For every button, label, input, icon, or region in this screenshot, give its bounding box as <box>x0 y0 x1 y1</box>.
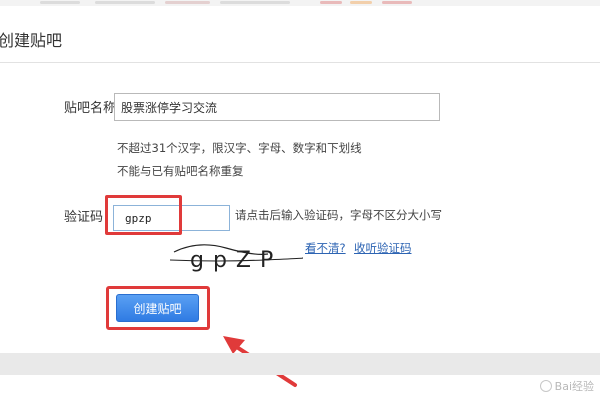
bar-name-input[interactable] <box>114 93 440 121</box>
name-unique-hint: 不能与已有贴吧名称重复 <box>117 164 244 178</box>
captcha-input[interactable] <box>113 205 230 231</box>
title-divider <box>0 62 600 63</box>
dialog-footer-band <box>0 353 600 375</box>
top-toolbar-strip <box>0 0 600 6</box>
create-bar-button[interactable]: 创建贴吧 <box>116 294 199 322</box>
watermark-text: Bai经验 <box>554 380 594 393</box>
captcha-image-text: gpZP <box>190 248 282 273</box>
captcha-label: 验证码： <box>64 210 117 225</box>
watermark: Bai经验 <box>539 378 594 394</box>
captcha-refresh-link[interactable]: 看不清? <box>305 240 346 256</box>
captcha-image[interactable]: gpZP <box>168 236 303 276</box>
name-rule-hint: 不超过31个汉字，限汉字、字母、数字和下划线 <box>117 141 362 155</box>
dialog-title: 创建贴吧 <box>0 31 63 50</box>
captcha-audio-link[interactable]: 收听验证码 <box>354 240 412 256</box>
paw-icon <box>539 380 552 392</box>
captcha-hint: 请点击后输入验证码，字母不区分大小写 <box>235 208 442 222</box>
